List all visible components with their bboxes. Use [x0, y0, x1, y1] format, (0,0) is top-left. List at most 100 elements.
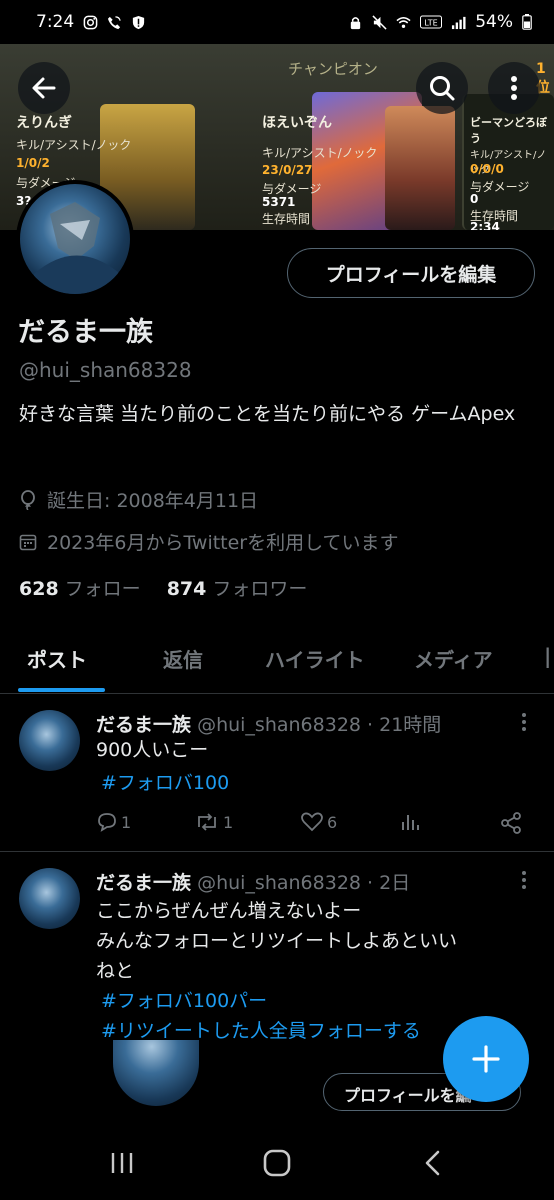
- banner-player-name: ビーマンどろぼう: [470, 116, 547, 145]
- nav-back-button[interactable]: [413, 1148, 453, 1178]
- follow-stats: 628 フォロー 874 フォロワー: [19, 574, 307, 601]
- tab-replies[interactable]: 返信: [163, 644, 203, 673]
- wifi-icon: [396, 16, 411, 28]
- post-author-handle: @hui_shan68328: [197, 714, 361, 736]
- edit-profile-button[interactable]: プロフィールを編集: [287, 248, 535, 298]
- banner-title: チャンピオン: [288, 60, 378, 78]
- banner-player-name: ほえいぞん: [262, 115, 332, 131]
- tab-highlights[interactable]: ハイライト: [265, 644, 365, 673]
- profile-tabs: ポスト 返信 ハイライト メディア |: [0, 622, 554, 694]
- more-button[interactable]: [488, 62, 540, 114]
- following-count: 628: [19, 578, 59, 600]
- tab-active-indicator: [18, 688, 105, 692]
- post-item[interactable]: だるま一族 @hui_shan68328 · 21時間 900人いこー #フォロ…: [0, 694, 554, 852]
- back-arrow-icon: [32, 77, 56, 99]
- post-text-line: ねと: [96, 960, 135, 982]
- lock-icon: [351, 16, 361, 29]
- banner-survival-value: 2:34: [470, 220, 500, 230]
- post-time: · 2日: [367, 872, 411, 894]
- back-button[interactable]: [18, 62, 70, 114]
- birthday-text: 誕生日: 2008年4月11日: [47, 490, 259, 512]
- wifi-call-icon: [108, 15, 121, 29]
- compose-plus-icon: [472, 1045, 500, 1073]
- share-icon: [501, 812, 521, 834]
- banner-player-name: えりんぎ: [16, 115, 72, 131]
- search-button[interactable]: [416, 62, 468, 114]
- post-hashtag[interactable]: #フォロバ100: [101, 768, 229, 795]
- profile-handle: @hui_shan68328: [19, 358, 192, 382]
- banner-survival-label: 生存時間: [262, 212, 311, 226]
- joined-text: 2023年6月からTwitterを利用しています: [47, 532, 399, 554]
- signal-icon: [452, 16, 466, 29]
- banner-kills-value: 0/0/0: [470, 162, 504, 176]
- system-nav-bar: [0, 1124, 554, 1200]
- like-button[interactable]: 6: [300, 812, 337, 832]
- recent-apps-icon: [111, 1153, 133, 1173]
- reply-button[interactable]: 1: [96, 812, 131, 832]
- post-more-icon[interactable]: [516, 870, 532, 890]
- banner-damage-value: 0: [470, 192, 479, 206]
- banner-kills-value: 23/0/27: [262, 163, 313, 177]
- banner-character-right: [385, 106, 455, 230]
- retweet-icon: [198, 813, 216, 831]
- home-icon: [263, 1149, 291, 1177]
- post-header: だるま一族 @hui_shan68328 · 21時間: [96, 710, 441, 737]
- reply-icon: [98, 813, 116, 832]
- followers-count: 874: [166, 578, 207, 600]
- post-header: だるま一族 @hui_shan68328 · 2日: [96, 868, 410, 895]
- post-avatar[interactable]: [19, 710, 80, 771]
- compose-button[interactable]: [443, 1016, 529, 1102]
- balloon-icon: [21, 489, 35, 510]
- back-icon: [425, 1150, 440, 1176]
- banner-kills-label: キル/アシスト/ノック: [16, 138, 132, 152]
- tab-more-cutoff[interactable]: |: [544, 644, 554, 668]
- reply-count: 1: [121, 812, 132, 832]
- post-author-name[interactable]: だるま一族: [96, 872, 191, 894]
- views-chart-icon: [402, 815, 419, 830]
- instagram-icon: [83, 15, 98, 29]
- banner-damage-value: 5371: [262, 195, 296, 209]
- post-text-line: ここからぜんぜん増えないよー: [96, 900, 362, 922]
- profile-bio: 好きな言葉 当たり前のことを当たり前にやる ゲームApex: [19, 403, 516, 425]
- followers-link[interactable]: 874 フォロワー: [167, 574, 308, 601]
- post-time: · 21時間: [367, 714, 442, 736]
- post-author-handle: @hui_shan68328: [197, 872, 361, 894]
- svg-text:LTE: LTE: [425, 19, 438, 28]
- views-button[interactable]: [400, 812, 420, 832]
- volte-icon: LTE: [420, 15, 443, 29]
- search-icon: [430, 76, 455, 101]
- post-hashtag[interactable]: #フォロバ100パー: [101, 986, 267, 1013]
- mute-icon: [372, 14, 387, 30]
- post-more-icon[interactable]: [516, 712, 532, 732]
- battery-percent: 54%: [475, 12, 513, 32]
- status-time: 7:24: [36, 12, 75, 32]
- banner-kills-value: 1/0/2: [16, 156, 50, 170]
- avatar-image: [34, 202, 118, 294]
- heart-icon: [301, 812, 323, 832]
- post-author-name[interactable]: だるま一族: [96, 714, 191, 736]
- tab-media[interactable]: メディア: [414, 644, 493, 673]
- banner-kills-label: キル/アシスト/ノック: [262, 146, 378, 160]
- joined-row: 2023年6月からTwitterを利用しています: [19, 528, 399, 555]
- status-bar: 7:24 LTE 54%: [0, 0, 554, 44]
- birthday-row: 誕生日: 2008年4月11日: [19, 486, 258, 513]
- following-link[interactable]: 628 フォロー: [19, 574, 141, 601]
- battery-icon: [522, 14, 532, 30]
- share-button[interactable]: [500, 812, 522, 834]
- banner-damage-label: 与ダメージ: [470, 180, 530, 194]
- display-name: だるま一族: [18, 317, 153, 348]
- retweet-button[interactable]: 1: [194, 812, 233, 832]
- recent-apps-button[interactable]: [102, 1148, 142, 1178]
- post-avatar[interactable]: [19, 868, 80, 929]
- post-hashtag[interactable]: #リツイートした人全員フォローする: [101, 1016, 461, 1043]
- retweet-count: 1: [223, 812, 234, 832]
- post-text-line: 900人いこー: [96, 739, 209, 761]
- following-label: フォロー: [64, 578, 141, 600]
- like-count: 6: [327, 812, 338, 832]
- post-text-line: みんなフォローとリツイートしよあといい: [96, 930, 458, 952]
- alert-shield-icon: [133, 15, 145, 29]
- home-button[interactable]: [257, 1148, 297, 1178]
- tab-posts[interactable]: ポスト: [27, 644, 87, 673]
- calendar-icon: [19, 534, 37, 550]
- profile-avatar[interactable]: [16, 180, 134, 298]
